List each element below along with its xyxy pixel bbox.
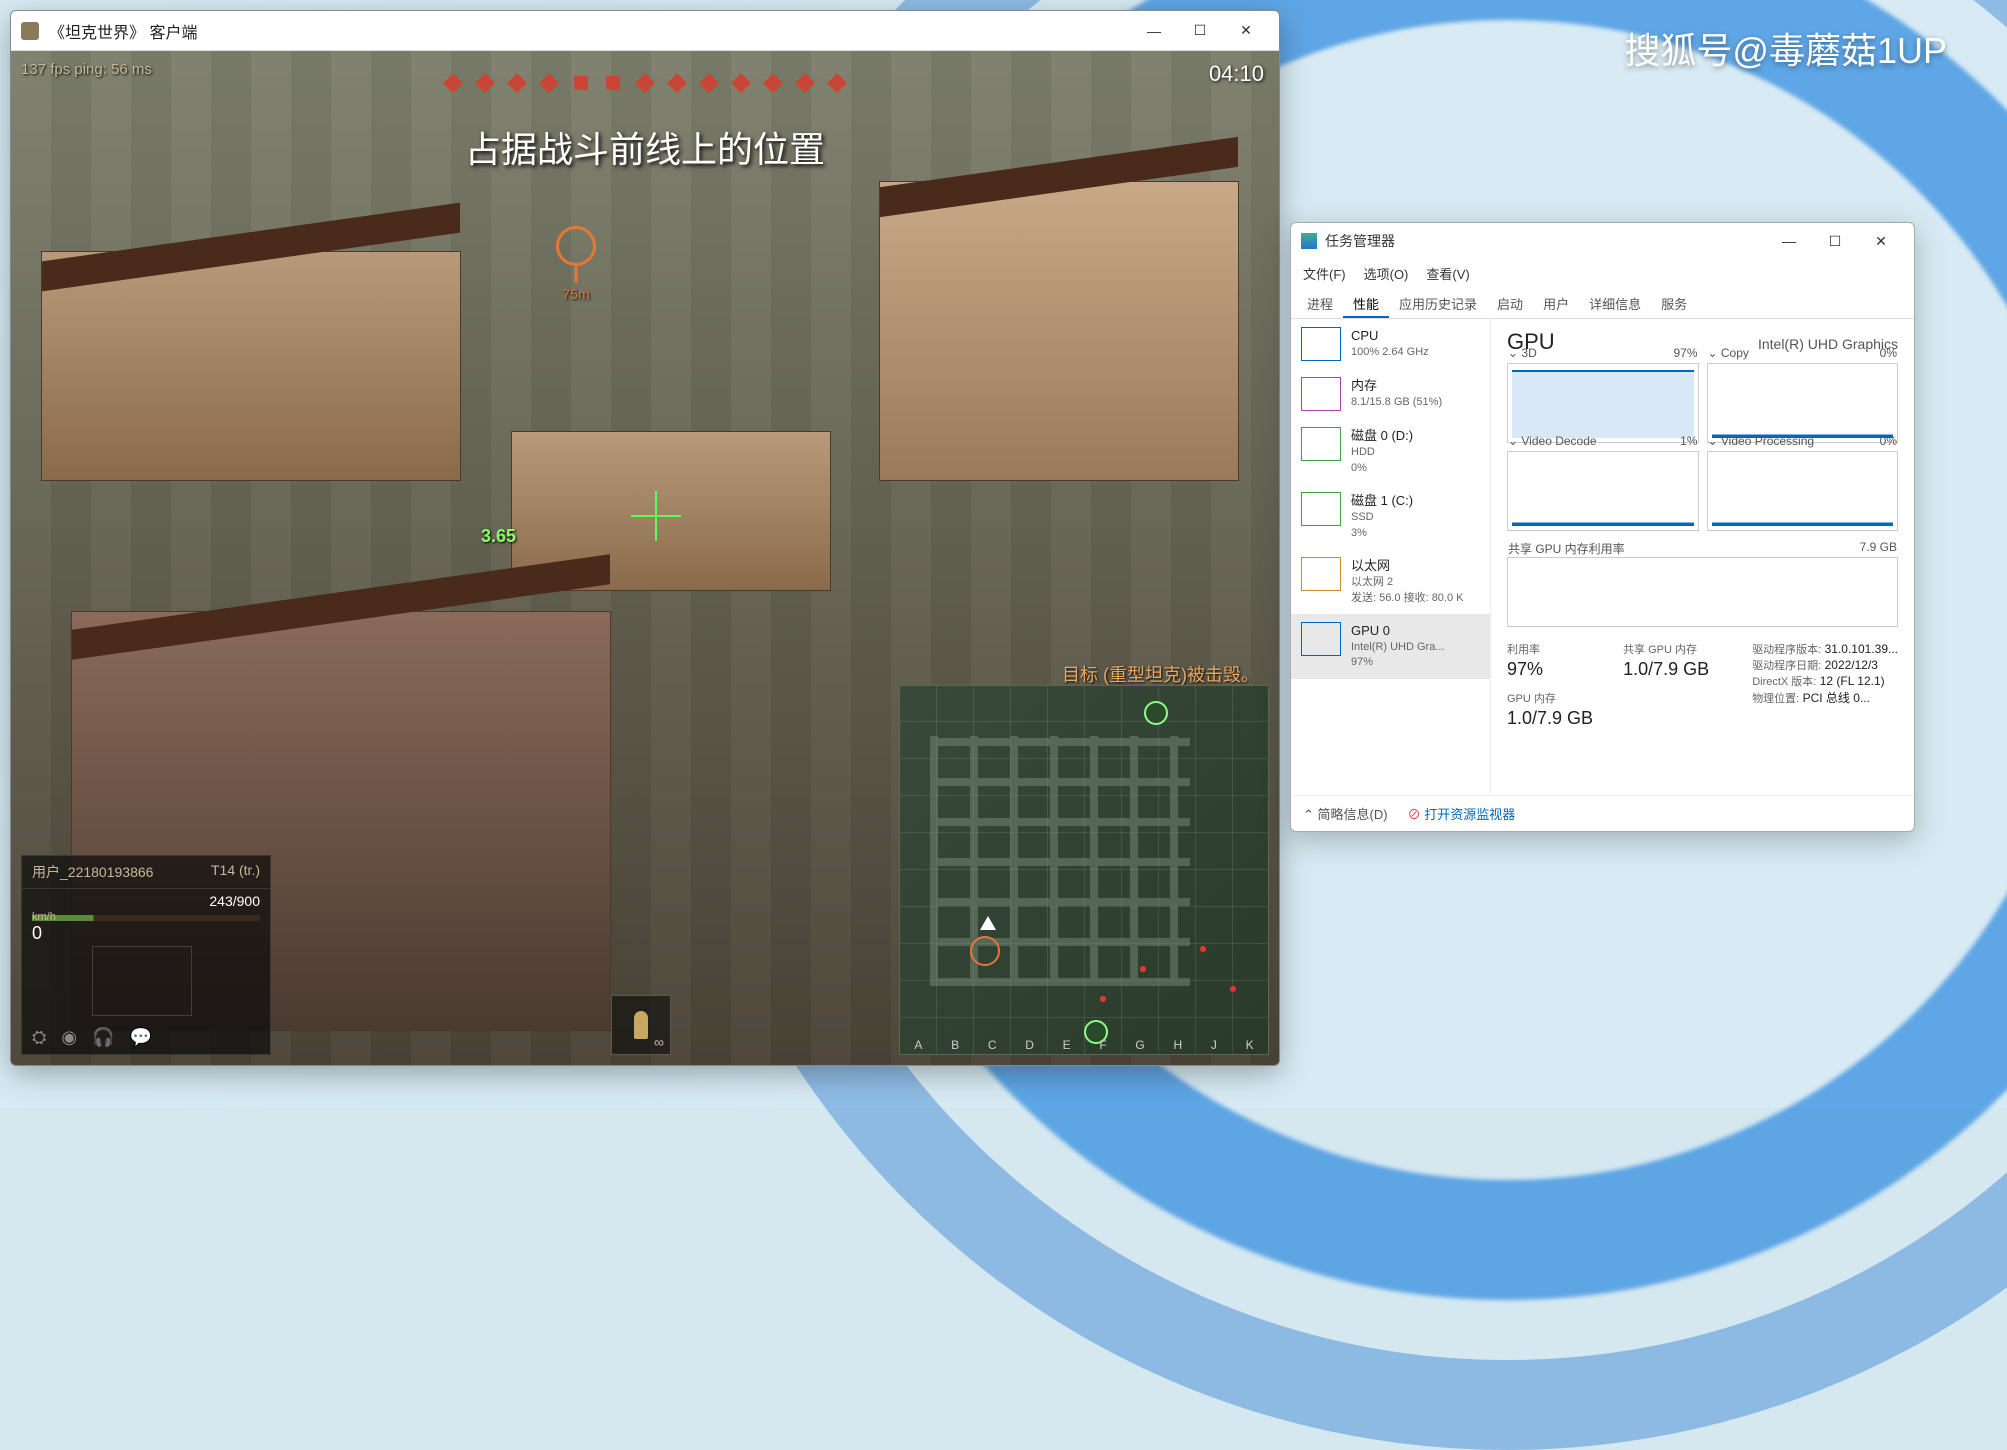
menu-view[interactable]: 查看(V)	[1426, 264, 1469, 283]
task-manager-title: 任务管理器	[1325, 231, 1395, 251]
menu-bar: 文件(F) 选项(O) 查看(V)	[1291, 259, 1914, 287]
perf-thumb-icon	[1301, 557, 1341, 591]
task-manager-footer: ⌃ 简略信息(D) ⊘ 打开资源监视器	[1291, 795, 1914, 831]
gpu-name: Intel(R) UHD Graphics	[1758, 336, 1898, 352]
minimize-button[interactable]: —	[1766, 225, 1812, 257]
driver-version-value: 31.0.101.39...	[1825, 642, 1898, 656]
kill-message: 目标 (重型坦克)被击毁。	[1062, 661, 1259, 687]
gpu-chart: ⌄ Video Processing0%	[1707, 451, 1899, 531]
gpu-chart: ⌄ 3D97%	[1507, 363, 1699, 443]
maximize-button[interactable]: ☐	[1812, 225, 1858, 257]
gpu-chart: ⌄ Copy0%	[1707, 363, 1899, 443]
directx-label: DirectX 版本:	[1752, 676, 1816, 688]
hp-bar	[32, 915, 260, 921]
tab-进程[interactable]: 进程	[1297, 287, 1343, 318]
minimap-flag-icon	[1144, 701, 1168, 725]
tab-用户[interactable]: 用户	[1533, 287, 1579, 318]
close-button[interactable]: ✕	[1223, 15, 1269, 47]
fps-ping-display: 137 fps ping: 56 ms	[21, 61, 152, 78]
shared-label: 共享 GPU 内存	[1623, 641, 1709, 657]
objective-marker: 75m	[556, 226, 596, 302]
minimap-objective-icon	[970, 936, 1000, 966]
shared-value: 1.0/7.9 GB	[1623, 659, 1709, 680]
open-resource-monitor-link[interactable]: ⊘ 打开资源监视器	[1408, 804, 1516, 823]
ammo-slot[interactable]: ∞	[611, 995, 671, 1055]
watermark-text: 搜狐号@毒蘑菇1UP	[1624, 22, 1947, 74]
marker-ring-icon	[556, 226, 596, 266]
minimize-button[interactable]: —	[1131, 15, 1177, 47]
hp-text: 243/900	[22, 889, 270, 913]
menu-file[interactable]: 文件(F)	[1303, 264, 1346, 283]
battle-timer: 04:10	[1209, 61, 1264, 87]
driver-version-label: 驱动程序版本:	[1752, 644, 1821, 656]
perf-thumb-icon	[1301, 327, 1341, 361]
team-status-icons	[446, 76, 844, 90]
gpu-chart: ⌄ Video Decode1%	[1507, 451, 1699, 531]
chat-icon[interactable]: 💬	[130, 1027, 152, 1048]
perf-thumb-icon	[1301, 622, 1341, 656]
location-value: PCI 总线 0...	[1803, 691, 1870, 705]
performance-sidebar: CPU100% 2.64 GHz内存8.1/15.8 GB (51%)磁盘 0 …	[1291, 319, 1491, 795]
gpumem-value: 1.0/7.9 GB	[1507, 708, 1593, 729]
ammo-count: ∞	[654, 1034, 664, 1050]
performance-main: GPU Intel(R) UHD Graphics ⌄ 3D97%⌄ Copy0…	[1491, 319, 1914, 795]
util-label: 利用率	[1507, 641, 1593, 657]
marker-distance: 75m	[556, 286, 596, 302]
shared-chart-value: 7.9 GB	[1860, 540, 1897, 554]
task-manager-icon	[1301, 233, 1317, 249]
brief-info-toggle[interactable]: ⌃ 简略信息(D)	[1303, 804, 1388, 823]
tank-name: T14 (tr.)	[211, 862, 260, 882]
location-label: 物理位置:	[1752, 693, 1799, 705]
game-titlebar[interactable]: 《坦克世界》 客户端 — ☐ ✕	[11, 11, 1279, 51]
reload-timer: 3.65	[481, 526, 516, 547]
game-window: 《坦克世界》 客户端 — ☐ ✕ 137 fps ping: 56 ms 04:…	[10, 10, 1280, 1066]
gpumem-label: GPU 内存	[1507, 690, 1593, 706]
util-value: 97%	[1507, 659, 1593, 680]
status-icon[interactable]: ◉	[61, 1027, 77, 1048]
close-button[interactable]: ✕	[1858, 225, 1904, 257]
driver-date-label: 驱动程序日期:	[1752, 660, 1821, 672]
minimap[interactable]: ABCDEFGHJK	[899, 685, 1269, 1055]
tab-服务[interactable]: 服务	[1651, 287, 1697, 318]
driver-date-value: 2022/12/3	[1825, 658, 1878, 672]
perf-thumb-icon	[1301, 427, 1341, 461]
crosshair-icon	[631, 491, 681, 541]
speed-label: km/h	[32, 911, 56, 923]
tab-应用历史记录[interactable]: 应用历史记录	[1389, 287, 1487, 318]
perf-item-net[interactable]: 以太网以太网 2发送: 56.0 接收: 80.0 K	[1291, 549, 1490, 614]
shared-chart-label: 共享 GPU 内存利用率	[1508, 540, 1625, 557]
player-hud-panel: 用户_22180193866 T14 (tr.) 243/900 km/h 0 …	[21, 855, 271, 1055]
minimap-columns: ABCDEFGHJK	[900, 1038, 1268, 1052]
task-manager-titlebar[interactable]: 任务管理器 — ☐ ✕	[1291, 223, 1914, 259]
perf-thumb-icon	[1301, 492, 1341, 526]
game-title: 《坦克世界》 客户端	[49, 19, 197, 43]
binoculars-icon[interactable]: ⛭	[32, 1027, 46, 1048]
task-manager-window: 任务管理器 — ☐ ✕ 文件(F) 选项(O) 查看(V) 进程性能应用历史记录…	[1290, 222, 1915, 832]
perf-item-mem[interactable]: 内存8.1/15.8 GB (51%)	[1291, 369, 1490, 419]
minimap-player-icon	[980, 916, 996, 930]
perf-item-disk[interactable]: 磁盘 0 (D:)HDD0%	[1291, 419, 1490, 484]
objective-text: 占据战斗前线上的位置	[465, 121, 825, 173]
game-app-icon	[21, 22, 39, 40]
bullet-icon	[634, 1011, 648, 1039]
perf-item-disk[interactable]: 磁盘 1 (C:)SSD3%	[1291, 484, 1490, 549]
player-name: 用户_22180193866	[32, 862, 153, 882]
perf-thumb-icon	[1301, 377, 1341, 411]
perf-item-gpu[interactable]: GPU 0Intel(R) UHD Gra...97%	[1291, 614, 1490, 679]
tab-bar: 进程性能应用历史记录启动用户详细信息服务	[1291, 287, 1914, 319]
perf-item-cpu[interactable]: CPU100% 2.64 GHz	[1291, 319, 1490, 369]
game-viewport[interactable]: 137 fps ping: 56 ms 04:10 占据战斗前线上的位置 75m…	[11, 51, 1279, 1065]
menu-options[interactable]: 选项(O)	[1364, 264, 1409, 283]
shared-gpu-chart: 共享 GPU 内存利用率 7.9 GB	[1507, 557, 1898, 627]
tank-silhouette-icon	[92, 946, 192, 1016]
tab-性能[interactable]: 性能	[1343, 287, 1389, 318]
headset-icon[interactable]: 🎧	[92, 1027, 114, 1048]
directx-value: 12 (FL 12.1)	[1820, 674, 1885, 688]
hud-bottom-icons: ⛭ ◉ 🎧 💬	[32, 1027, 152, 1048]
tab-启动[interactable]: 启动	[1487, 287, 1533, 318]
tab-详细信息[interactable]: 详细信息	[1579, 287, 1651, 318]
speed-value: 0	[32, 923, 56, 944]
maximize-button[interactable]: ☐	[1177, 15, 1223, 47]
